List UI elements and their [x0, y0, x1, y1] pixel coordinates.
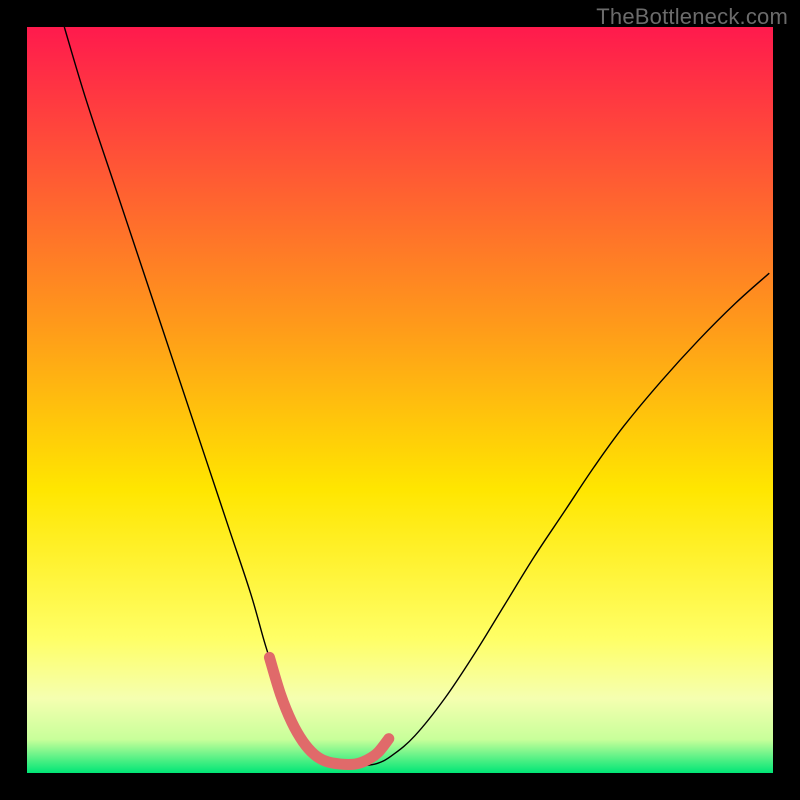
- plot-frame: [27, 27, 773, 773]
- chart-stage: TheBottleneck.com: [0, 0, 800, 800]
- watermark-text: TheBottleneck.com: [596, 4, 788, 30]
- chart-background: [27, 27, 773, 773]
- chart-svg: [27, 27, 773, 773]
